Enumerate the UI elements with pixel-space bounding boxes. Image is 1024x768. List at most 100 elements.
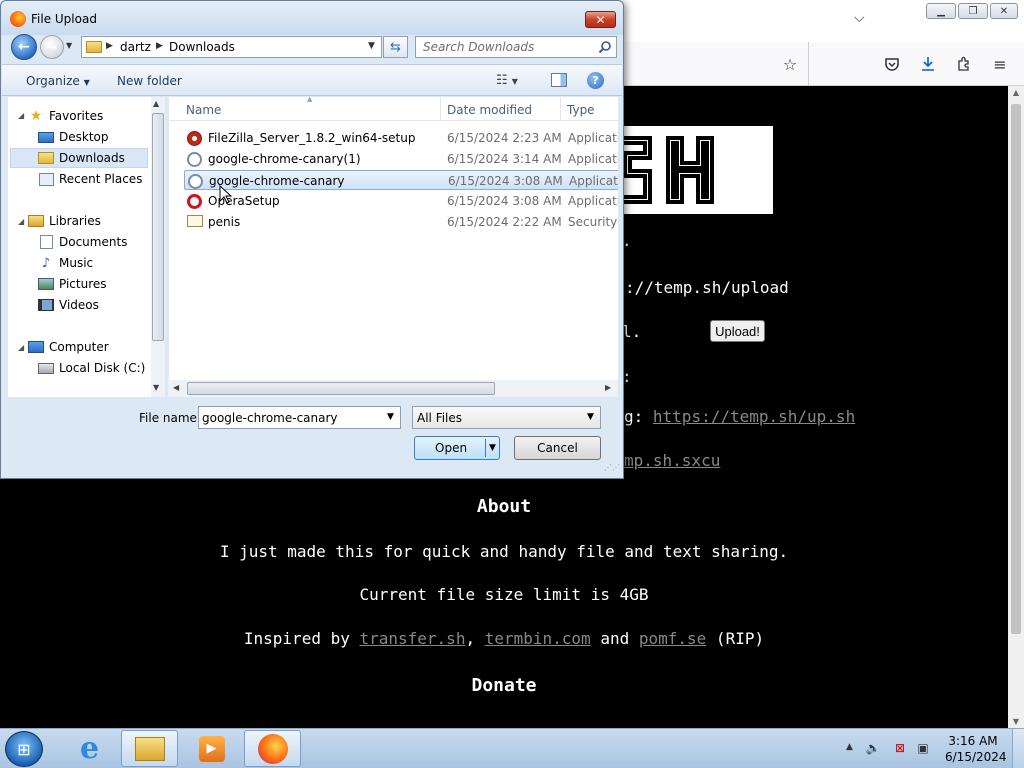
file-row[interactable]: penis 6/15/2024 2:22 AM Security C <box>184 212 618 232</box>
list-all-tabs-icon[interactable]: ⌵ <box>854 10 865 26</box>
file-name-combobox[interactable]: ▼ <box>198 406 401 429</box>
scroll-left-icon[interactable]: ◀ <box>173 383 179 392</box>
scroll-down-icon[interactable]: ▼ <box>153 383 159 392</box>
minimize-button[interactable]: ▁ <box>926 3 956 19</box>
pocket-icon[interactable] <box>880 52 904 76</box>
chevron-down-icon[interactable]: ▼ <box>387 412 394 422</box>
network-warning-icon[interactable]: ⊠ <box>892 740 908 756</box>
scrollbar-thumb[interactable] <box>187 382 495 395</box>
clock-time[interactable]: 3:16 AM <box>945 734 1001 748</box>
nav-pictures[interactable]: Pictures <box>38 274 107 294</box>
chevron-right-icon[interactable]: ▶ <box>156 41 163 51</box>
dialog-close-button[interactable]: ✕ <box>585 11 616 28</box>
scrollbar-thumb[interactable] <box>1011 104 1021 634</box>
collapse-icon[interactable]: ◢ <box>18 217 24 226</box>
scroll-up-icon[interactable]: ▲ <box>1008 88 1024 97</box>
scroll-right-icon[interactable]: ▶ <box>605 383 611 392</box>
collapse-icon[interactable]: ◢ <box>18 343 24 352</box>
file-type-select[interactable]: All Files ▼ <box>412 406 601 429</box>
menu-icon[interactable]: ≡ <box>988 52 1012 76</box>
nav-libraries[interactable]: Libraries <box>28 211 101 231</box>
computer-icon <box>28 340 44 354</box>
collapse-icon[interactable]: ◢ <box>18 111 24 120</box>
nav-documents[interactable]: Documents <box>38 232 127 252</box>
organize-menu[interactable]: Organize ▼ <box>26 74 90 88</box>
firefox-icon <box>257 733 288 764</box>
nav-downloads[interactable]: Downloads <box>10 148 148 168</box>
column-header-date[interactable]: Date modified <box>447 103 532 117</box>
forward-button[interactable]: → <box>40 35 64 59</box>
chevron-right-icon[interactable]: ▶ <box>106 41 113 51</box>
taskbar-media-player[interactable]: ▶ <box>183 730 240 767</box>
open-options-dropdown-icon[interactable]: ▼ <box>485 439 499 457</box>
clock-date[interactable]: 6/15/2024 <box>945 750 1007 764</box>
volume-icon[interactable]: 🔈 <box>865 740 881 756</box>
scroll-down-icon[interactable]: ▼ <box>1008 717 1024 726</box>
search-icon[interactable] <box>598 40 612 54</box>
file-row[interactable]: OperaSetup 6/15/2024 3:08 AM Applicatio <box>184 191 618 211</box>
file-upload-dialog: File Upload ✕ ← → ▼ ▶ dartz ▶ Downloads … <box>0 0 624 479</box>
taskbar-firefox[interactable] <box>244 730 301 767</box>
resize-grip-icon[interactable]: ⋰⋰ <box>604 463 620 472</box>
refresh-button[interactable]: ⇆ <box>383 36 408 58</box>
nav-pane-scrollbar[interactable]: ▲ ▼ <box>151 97 165 397</box>
sharex-config-link[interactable]: mp.sh.sxcu <box>624 451 720 470</box>
recent-locations-dropdown-icon[interactable]: ▼ <box>66 41 72 50</box>
nav-favorites[interactable]: ★ Favorites <box>28 106 104 126</box>
nav-local-disk[interactable]: Local Disk (C:) <box>38 358 145 378</box>
help-icon[interactable]: ? <box>587 72 604 89</box>
file-row[interactable]: FileZilla_Server_1.8.2_win64-setup 6/15/… <box>184 128 618 148</box>
dialog-titlebar[interactable]: File Upload ✕ <box>1 1 623 35</box>
change-view-button[interactable]: ☷ ▼ <box>496 73 518 88</box>
nav-desktop[interactable]: Desktop <box>38 127 109 147</box>
bookmark-star-icon[interactable]: ☆ <box>778 52 802 76</box>
search-input[interactable] <box>416 37 594 57</box>
downloads-icon[interactable] <box>916 52 940 76</box>
breadcrumb-item[interactable]: dartz <box>120 40 151 54</box>
scrollbar-thumb[interactable] <box>152 113 164 341</box>
maximize-button[interactable]: ❐ <box>958 3 988 19</box>
nav-music[interactable]: ♪ Music <box>38 253 93 273</box>
installer-icon <box>187 152 203 167</box>
page-scrollbar[interactable]: ▲ ▼ <box>1008 86 1024 728</box>
termbin-link[interactable]: termbin.com <box>485 629 591 648</box>
show-hidden-icons-icon[interactable]: ▲ <box>846 742 853 752</box>
address-bar[interactable]: ▶ dartz ▶ Downloads ▼ <box>81 36 382 58</box>
back-button[interactable]: ← <box>11 34 37 60</box>
pomf-link[interactable]: pomf.se <box>639 629 706 648</box>
action-center-icon[interactable]: ▣ <box>915 740 931 756</box>
cancel-button[interactable]: Cancel <box>514 436 601 460</box>
inspired-line: Inspired by transfer.sh, termbin.com and… <box>0 629 1008 648</box>
start-button[interactable]: ⊞ <box>5 731 43 767</box>
taskbar-internet-explorer[interactable]: e <box>61 730 118 767</box>
extensions-icon[interactable] <box>952 52 976 76</box>
file-row[interactable]: google-chrome-canary(1) 6/15/2024 3:14 A… <box>184 149 618 169</box>
file-name-input[interactable] <box>199 407 384 428</box>
documents-icon <box>38 235 54 249</box>
scroll-up-icon[interactable]: ▲ <box>153 99 159 108</box>
inspired-separator: , <box>465 629 485 648</box>
libraries-icon <box>28 214 44 228</box>
transfer-sh-link[interactable]: transfer.sh <box>359 629 465 648</box>
nav-videos[interactable]: Videos <box>38 295 99 315</box>
nav-computer[interactable]: Computer <box>28 337 109 357</box>
column-header-name[interactable]: Name <box>186 103 221 117</box>
show-desktop-button[interactable] <box>1012 729 1024 768</box>
file-row-selected[interactable]: google-chrome-canary 6/15/2024 3:08 AM A… <box>184 170 618 190</box>
column-header-type[interactable]: Type <box>567 103 595 117</box>
preview-pane-icon[interactable] <box>551 73 567 87</box>
chevron-down-icon[interactable]: ▼ <box>368 41 375 51</box>
taskbar-file-explorer[interactable] <box>121 730 178 767</box>
details-view-icon: ☷ <box>496 73 508 88</box>
close-window-button[interactable]: ✕ <box>990 3 1018 19</box>
file-date: 6/15/2024 2:22 AM <box>447 215 562 229</box>
upload-button[interactable]: Upload! <box>710 320 765 342</box>
new-folder-button[interactable]: New folder <box>117 74 182 88</box>
file-list-horizontal-scrollbar[interactable]: ◀ ▶ <box>168 380 618 397</box>
breadcrumb-item[interactable]: Downloads <box>169 40 235 54</box>
nav-recent-places[interactable]: Recent Places <box>38 169 142 189</box>
open-button[interactable]: Open ▼ <box>414 436 500 460</box>
script-link[interactable]: https://temp.sh/up.sh <box>653 407 855 426</box>
filezilla-icon <box>187 131 203 146</box>
search-box[interactable] <box>415 36 617 58</box>
